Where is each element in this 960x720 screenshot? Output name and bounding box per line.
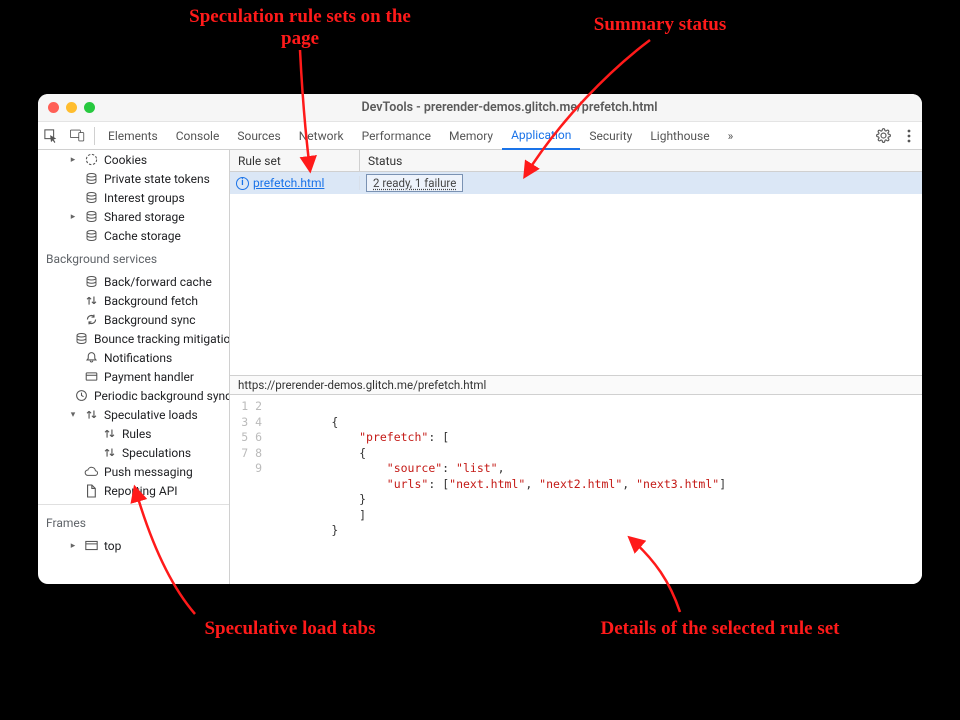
sidebar-item-rules[interactable]: Rules <box>38 424 229 443</box>
cloud-icon <box>84 465 98 479</box>
disclosure-triangle-icon[interactable]: ▸ <box>68 212 78 222</box>
window-maximize-icon[interactable] <box>84 102 95 113</box>
kebab-menu-icon[interactable] <box>900 129 918 143</box>
annotation-speculative-tabs: Speculative load tabs <box>170 618 410 640</box>
tab-lighthouse[interactable]: Lighthouse <box>641 122 718 150</box>
sidebar-item-push-messaging[interactable]: Push messaging <box>38 462 229 481</box>
tab-performance[interactable]: Performance <box>353 122 440 150</box>
sidebar-group-frames: Frames <box>38 509 229 536</box>
tab-elements[interactable]: Elements <box>99 122 167 150</box>
more-tabs-button[interactable]: » <box>719 122 743 150</box>
inspect-icon[interactable] <box>43 128 59 144</box>
annotation-rule-set-details: Details of the selected rule set <box>560 618 880 640</box>
sidebar-item-cache-storage[interactable]: Cache storage <box>38 226 229 245</box>
sidebar-item-label: top <box>104 539 121 553</box>
sidebar-item-label: Reporting API <box>104 484 178 498</box>
window-minimize-icon[interactable] <box>66 102 77 113</box>
sidebar-item-label: Speculations <box>122 446 191 460</box>
tab-application[interactable]: Application <box>502 122 580 150</box>
sync-icon <box>84 313 98 327</box>
tab-console[interactable]: Console <box>167 122 229 150</box>
sidebar-item-label: Cache storage <box>104 229 181 243</box>
sidebar-item-label: Push messaging <box>104 465 193 479</box>
ruleset-source-link[interactable]: prefetch.html <box>253 176 324 190</box>
sidebar-item-label: Bounce tracking mitigations <box>94 332 230 346</box>
ruleset-source-code[interactable]: 1 2 3 4 5 6 7 8 9 { "prefetch": [ { "sou… <box>230 395 922 584</box>
sidebar-item-label: Cookies <box>104 153 147 167</box>
sidebar-item-label: Periodic background sync <box>94 389 230 403</box>
column-header-status[interactable]: Status <box>360 150 922 171</box>
sidebar-item-label: Private state tokens <box>104 172 210 186</box>
sidebar-item-notifications[interactable]: Notifications <box>38 348 229 367</box>
sidebar-item-speculations[interactable]: Speculations <box>38 443 229 462</box>
card-icon <box>84 370 98 384</box>
devtools-window: DevTools - prerender-demos.glitch.me/pre… <box>38 94 922 584</box>
updown-icon <box>102 427 116 441</box>
disclosure-triangle-icon[interactable]: ▾ <box>68 410 78 420</box>
tab-security[interactable]: Security <box>580 122 641 150</box>
annotation-rule-sets: Speculation rule sets on the page <box>180 6 420 50</box>
sidebar-item-label: Rules <box>122 427 151 441</box>
tab-network[interactable]: Network <box>290 122 353 150</box>
db-icon <box>84 275 98 289</box>
device-toolbar-icon[interactable] <box>69 128 85 144</box>
sidebar-item-cookies[interactable]: ▸ Cookies <box>38 150 229 169</box>
sidebar-item-label: Speculative loads <box>104 408 198 422</box>
db-icon <box>84 210 98 224</box>
sidebar-item-background-sync[interactable]: Background sync <box>38 310 229 329</box>
speculation-rules-panel: Rule set Status i prefetch.html 2 ready,… <box>230 150 922 584</box>
sidebar-item-reporting-api[interactable]: Reporting API <box>38 481 229 500</box>
sidebar-item-label: Notifications <box>104 351 172 365</box>
annotation-summary-status: Summary status <box>560 14 760 36</box>
sidebar-item-interest-groups[interactable]: Interest groups <box>38 188 229 207</box>
sidebar-item-label: Background sync <box>104 313 196 327</box>
cookie-icon <box>84 153 98 167</box>
sidebar-item-background-fetch[interactable]: Background fetch <box>38 291 229 310</box>
sidebar-item-label: Back/forward cache <box>104 275 212 289</box>
disclosure-triangle-icon[interactable]: ▸ <box>68 155 78 165</box>
settings-icon[interactable] <box>874 128 892 143</box>
sidebar-item-shared-storage[interactable]: ▸ Shared storage <box>38 207 229 226</box>
sidebar-item-label: Background fetch <box>104 294 198 308</box>
window-title: DevTools - prerender-demos.glitch.me/pre… <box>107 100 912 115</box>
ruleset-row[interactable]: i prefetch.html 2 ready, 1 failure <box>230 172 922 194</box>
tab-memory[interactable]: Memory <box>440 122 502 150</box>
disclosure-triangle-icon[interactable]: ▸ <box>68 541 78 551</box>
application-sidebar: ▸ Cookies Private state tokens Interest gro… <box>38 150 230 584</box>
db-icon <box>84 172 98 186</box>
sidebar-item-speculative-loads[interactable]: ▾ Speculative loads <box>38 405 229 424</box>
ruleset-detail-url: https://prerender-demos.glitch.me/prefet… <box>230 375 922 395</box>
updown-icon <box>84 294 98 308</box>
window-close-icon[interactable] <box>48 102 59 113</box>
db-icon <box>74 332 88 346</box>
db-icon <box>84 191 98 205</box>
sidebar-item-payment-handler[interactable]: Payment handler <box>38 367 229 386</box>
sidebar-item-periodic-background-sync[interactable]: Periodic background sync <box>38 386 229 405</box>
sidebar-item-label: Shared storage <box>104 210 185 224</box>
sidebar-item-back-forward-cache[interactable]: Back/forward cache <box>38 272 229 291</box>
sidebar-item-top[interactable]: ▸ top <box>38 536 229 555</box>
doc-icon <box>84 484 98 498</box>
sidebar-item-private-state-tokens[interactable]: Private state tokens <box>38 169 229 188</box>
devtools-tabbar: ElementsConsoleSourcesNetworkPerformance… <box>38 122 922 150</box>
frame-icon <box>84 539 98 553</box>
ruleset-status-badge[interactable]: 2 ready, 1 failure <box>366 174 463 192</box>
updown-icon <box>102 446 116 460</box>
tab-sources[interactable]: Sources <box>228 122 289 150</box>
sidebar-item-label: Interest groups <box>104 191 185 205</box>
updown-icon <box>84 408 98 422</box>
window-titlebar: DevTools - prerender-demos.glitch.me/pre… <box>38 94 922 122</box>
bell-icon <box>84 351 98 365</box>
info-icon: i <box>236 177 249 190</box>
sidebar-group-background-services: Background services <box>38 245 229 272</box>
sidebar-item-bounce-tracking-mitigations[interactable]: Bounce tracking mitigations <box>38 329 229 348</box>
clock-icon <box>74 389 88 403</box>
sidebar-item-label: Payment handler <box>104 370 194 384</box>
column-header-rule-set[interactable]: Rule set <box>230 150 360 171</box>
db-icon <box>84 229 98 243</box>
